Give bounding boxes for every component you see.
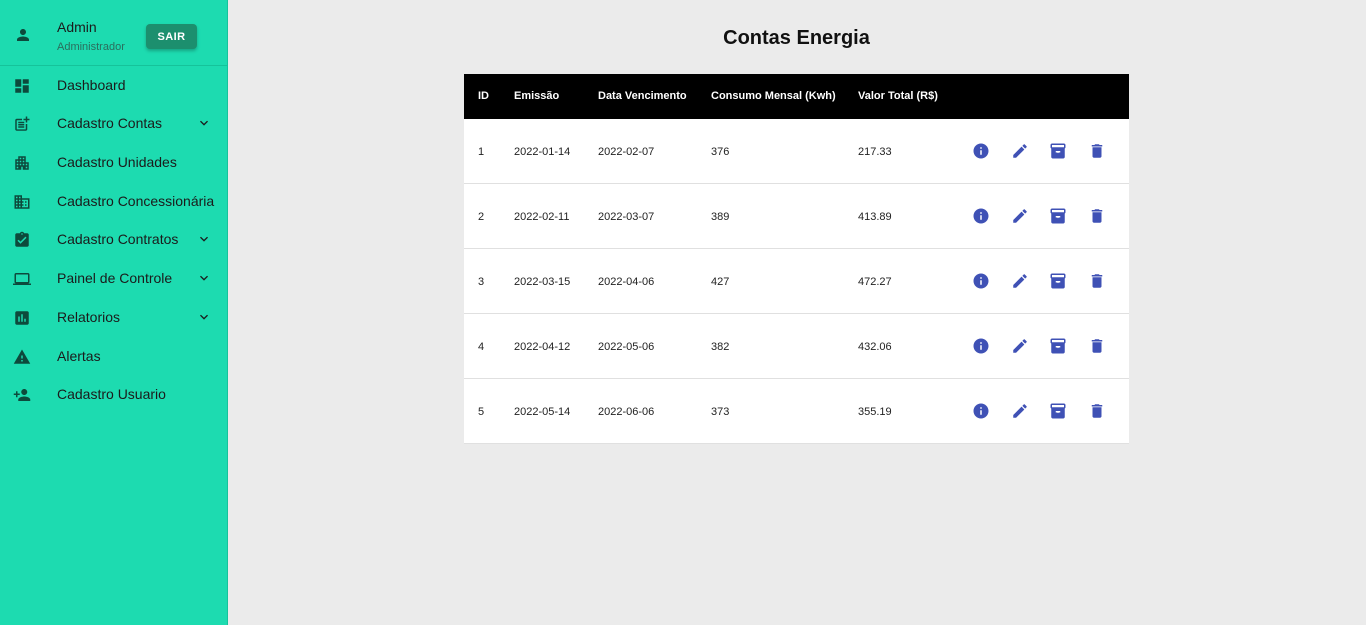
delete-icon[interactable] <box>1088 337 1106 355</box>
info-icon[interactable] <box>972 337 990 355</box>
archive-icon[interactable] <box>1049 142 1067 160</box>
cell-id: 3 <box>478 276 485 288</box>
bills-table: ID Emissão Data Vencimento Consumo Mensa… <box>464 74 1129 444</box>
edit-icon[interactable] <box>1011 142 1029 160</box>
page-title: Contas Energia <box>723 27 870 49</box>
person-icon <box>17 29 29 41</box>
header-emissao: Emissão <box>514 90 560 102</box>
cell-consumo: 382 <box>711 341 730 353</box>
sidebar-item-label: Cadastro Usuario <box>57 386 166 402</box>
header-id: ID <box>478 90 489 102</box>
cell-valor-total: 217.33 <box>858 146 892 158</box>
cell-consumo: 373 <box>711 406 730 418</box>
chevron-down-icon <box>200 236 208 242</box>
cell-consumo: 389 <box>711 211 730 223</box>
sidebar-item-cadastro-contratos[interactable]: Cadastro Contratos <box>0 220 227 259</box>
sidebar-item-dashboard[interactable]: Dashboard <box>0 66 227 105</box>
table-header: ID Emissão Data Vencimento Consumo Mensa… <box>464 74 1129 119</box>
edit-icon[interactable] <box>1011 272 1029 290</box>
sidebar-item-label: Painel de Controle <box>57 270 173 286</box>
cell-emissao: 2022-05-14 <box>514 406 571 418</box>
cell-data-vencimento: 2022-06-06 <box>598 406 655 418</box>
header-consumo-mensal: Consumo Mensal (Kwh) <box>711 90 836 102</box>
table-row: 3 2022-03-15 2022-04-06 427 472.27 <box>464 249 1129 314</box>
archive-icon[interactable] <box>1049 272 1067 290</box>
chevron-down-icon <box>200 275 208 281</box>
edit-icon[interactable] <box>1011 207 1029 225</box>
user-role: Administrador <box>57 41 125 53</box>
warning-icon <box>13 349 31 364</box>
sidebar: Admin Administrador SAIR Dashboard Cadas… <box>0 0 228 625</box>
apartment-icon <box>15 156 29 170</box>
info-icon[interactable] <box>972 207 990 225</box>
user-name: Admin <box>57 19 97 35</box>
sidebar-item-label: Cadastro Contas <box>57 115 163 131</box>
user-block: Admin Administrador SAIR <box>0 0 227 66</box>
chevron-down-icon <box>200 120 208 126</box>
cell-emissao: 2022-04-12 <box>514 341 571 353</box>
post-add-icon <box>15 116 30 131</box>
info-icon[interactable] <box>972 402 990 420</box>
delete-icon[interactable] <box>1088 142 1106 160</box>
cell-valor-total: 413.89 <box>858 211 892 223</box>
sidebar-item-cadastro-contas[interactable]: Cadastro Contas <box>0 104 227 143</box>
cell-id: 1 <box>478 146 485 158</box>
cell-data-vencimento: 2022-02-07 <box>598 146 655 158</box>
archive-icon[interactable] <box>1049 402 1067 420</box>
table-row: 5 2022-05-14 2022-06-06 373 355.19 <box>464 379 1129 444</box>
sidebar-item-relatorios[interactable]: Relatorios <box>0 298 227 337</box>
sidebar-item-label: Relatorios <box>57 309 121 325</box>
cell-valor-total: 432.06 <box>858 341 892 353</box>
edit-icon[interactable] <box>1011 337 1029 355</box>
delete-icon[interactable] <box>1088 207 1106 225</box>
sidebar-item-label: Alertas <box>57 348 101 364</box>
logout-button[interactable]: SAIR <box>146 24 197 49</box>
sidebar-item-cadastro-concessionaria[interactable]: Cadastro Concessionária <box>0 182 227 221</box>
sidebar-item-cadastro-unidades[interactable]: Cadastro Unidades <box>0 143 227 182</box>
sidebar-item-cadastro-usuario[interactable]: Cadastro Usuario <box>0 375 227 414</box>
table-row: 2 2022-02-11 2022-03-07 389 413.89 <box>464 184 1129 249</box>
table-row: 4 2022-04-12 2022-05-06 382 432.06 <box>464 314 1129 379</box>
table-row: 1 2022-01-14 2022-02-07 376 217.33 <box>464 119 1129 184</box>
cell-consumo: 427 <box>711 276 730 288</box>
cell-id: 5 <box>478 406 485 418</box>
assessment-icon <box>15 311 29 325</box>
assignment-turned-in-icon <box>15 231 29 247</box>
cell-emissao: 2022-01-14 <box>514 146 571 158</box>
cell-consumo: 376 <box>711 146 730 158</box>
sidebar-item-label: Cadastro Contratos <box>57 231 179 247</box>
info-icon[interactable] <box>972 142 990 160</box>
archive-icon[interactable] <box>1049 207 1067 225</box>
cell-emissao: 2022-02-11 <box>514 211 570 223</box>
cell-valor-total: 472.27 <box>858 276 892 288</box>
cell-id: 4 <box>478 341 485 353</box>
sidebar-item-painel-de-controle[interactable]: Painel de Controle <box>0 259 227 298</box>
chevron-down-icon <box>200 314 208 320</box>
sidebar-item-label: Cadastro Concessionária <box>57 193 215 209</box>
header-data-vencimento: Data Vencimento <box>598 90 687 102</box>
sidebar-item-alertas[interactable]: Alertas <box>0 337 227 376</box>
cell-emissao: 2022-03-15 <box>514 276 571 288</box>
sidebar-item-label: Cadastro Unidades <box>57 154 177 170</box>
cell-data-vencimento: 2022-03-07 <box>598 211 655 223</box>
person-add-icon <box>13 389 31 401</box>
cell-valor-total: 355.19 <box>858 406 892 418</box>
dashboard-icon <box>15 79 29 93</box>
domain-icon <box>14 195 30 209</box>
laptop-icon <box>13 273 31 285</box>
header-valor-total: Valor Total (R$) <box>858 90 938 102</box>
delete-icon[interactable] <box>1088 272 1106 290</box>
archive-icon[interactable] <box>1049 337 1067 355</box>
sidebar-item-label: Dashboard <box>57 77 126 93</box>
info-icon[interactable] <box>972 272 990 290</box>
edit-icon[interactable] <box>1011 402 1029 420</box>
cell-data-vencimento: 2022-05-06 <box>598 341 655 353</box>
cell-data-vencimento: 2022-04-06 <box>598 276 655 288</box>
delete-icon[interactable] <box>1088 402 1106 420</box>
cell-id: 2 <box>478 211 485 223</box>
